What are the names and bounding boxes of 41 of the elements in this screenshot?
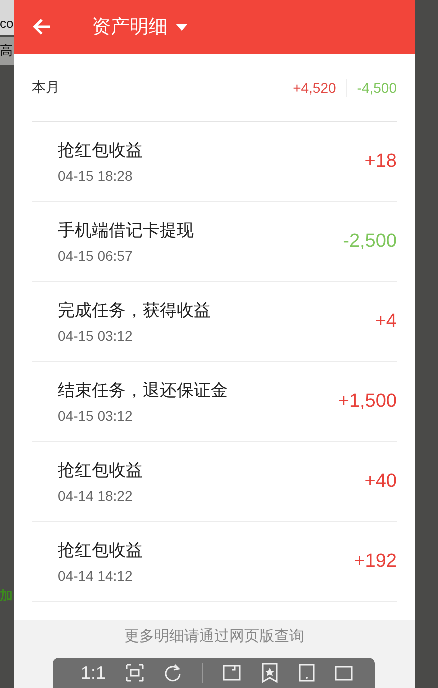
- actual-size-button[interactable]: 1:1: [81, 662, 106, 684]
- record-title: 手机端借记卡提现: [58, 220, 195, 242]
- tablet-icon[interactable]: [299, 664, 316, 682]
- fit-screen-icon[interactable]: [126, 664, 144, 682]
- record-time: 04-15 06:57: [58, 248, 134, 264]
- page-text: 加: [0, 588, 14, 604]
- record-title: 结束任务，退还保证金: [58, 380, 229, 402]
- record-time: 04-15 03:12: [58, 408, 134, 424]
- record-title: 完成任务，获得收益: [58, 300, 212, 322]
- record-row[interactable]: 抢红包收益 04-14 14:12 +192: [32, 522, 397, 602]
- window-icon[interactable]: [335, 664, 354, 682]
- month-label: 本月: [32, 78, 61, 96]
- record-title: 抢红包收益: [58, 540, 144, 562]
- back-arrow-icon[interactable]: [32, 17, 52, 37]
- record-amount: +40: [364, 470, 397, 492]
- record-time: 04-14 18:22: [58, 488, 134, 504]
- record-amount: +18: [364, 150, 397, 172]
- rotate-icon[interactable]: [164, 664, 182, 682]
- record-title: 抢红包收益: [58, 140, 144, 162]
- record-time: 04-15 18:28: [58, 168, 134, 184]
- footer-note: 更多明细请通过网页版查询: [124, 628, 304, 646]
- record-amount: -2,500: [343, 230, 397, 252]
- record-amount: +1,500: [338, 390, 397, 412]
- record-amount: +192: [354, 550, 397, 572]
- expense-total: -4,500: [357, 80, 397, 96]
- record-row[interactable]: 抢红包收益 04-15 18:28 +18: [32, 122, 397, 202]
- record-time: 04-14 14:12: [58, 568, 134, 584]
- record-title: 抢红包收益: [58, 460, 144, 482]
- page-text: co: [0, 0, 14, 35]
- star-bookmark-icon[interactable]: [261, 663, 280, 683]
- dropdown-caret-icon[interactable]: [176, 24, 188, 30]
- record-row[interactable]: 完成任务，获得收益 04-15 03:12 +4: [32, 282, 397, 362]
- record-row[interactable]: 结束任务，退还保证金 04-15 03:12 +1,500: [32, 362, 397, 442]
- save-icon[interactable]: [223, 664, 242, 682]
- record-time: 04-15 03:12: [58, 328, 134, 344]
- record-row[interactable]: 手机端借记卡提现 04-15 06:57 -2,500: [32, 202, 397, 282]
- income-total: +4,520: [293, 80, 336, 96]
- screen-title[interactable]: 资产明细: [92, 14, 168, 40]
- record-amount: +4: [375, 310, 397, 332]
- page-text: 高: [0, 37, 14, 65]
- record-row[interactable]: 抢红包收益 04-14 18:22 +40: [32, 442, 397, 522]
